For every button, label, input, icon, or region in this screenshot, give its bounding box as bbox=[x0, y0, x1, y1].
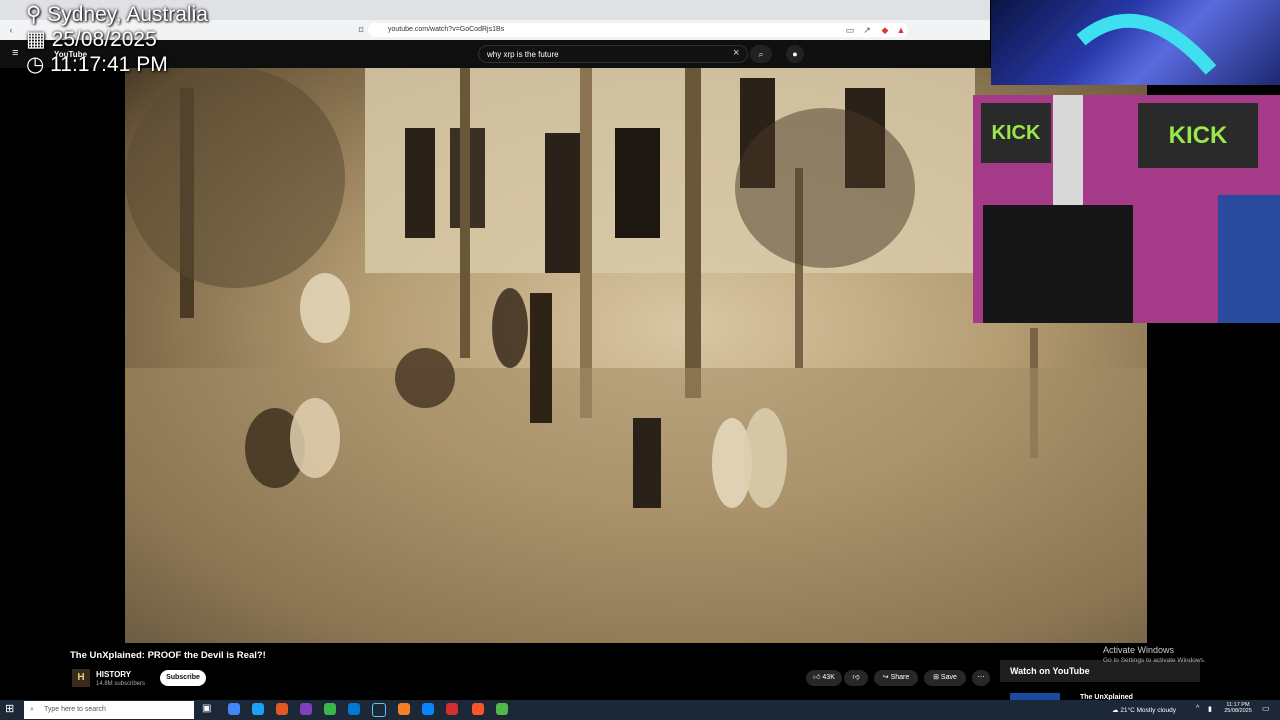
time-text: 11:17:41 PM bbox=[50, 53, 168, 76]
channel-avatar[interactable]: H bbox=[72, 669, 90, 687]
stream-banner bbox=[991, 0, 1280, 85]
task-view-icon[interactable]: ▣ bbox=[202, 703, 211, 714]
kick-banner-right: KICK bbox=[1138, 103, 1258, 168]
thumbs-down-icon: 👎︎ bbox=[852, 674, 860, 681]
date-text: 25/08/2025 bbox=[51, 28, 157, 51]
back-arrow-icon[interactable]: ‹ bbox=[6, 25, 16, 35]
taskbar-search[interactable]: ⌕ Type here to search bbox=[24, 701, 194, 719]
calendar-icon: ▦ bbox=[26, 28, 46, 51]
cloud-icon: ☁ bbox=[1112, 707, 1119, 714]
save-icon: ⊞ bbox=[933, 674, 939, 681]
banner-swoosh bbox=[1076, 13, 1217, 75]
pin-icon: ⚲ bbox=[26, 3, 42, 26]
time-overlay: ◷ 11:17:41 PM bbox=[26, 52, 168, 77]
edge-icon[interactable] bbox=[422, 703, 434, 715]
thumbs-up-icon: 👍︎ bbox=[813, 674, 821, 681]
clock-icon: ◷ bbox=[26, 53, 45, 76]
channel-name[interactable]: HISTORY bbox=[96, 670, 131, 679]
install-icon[interactable]: ▭ bbox=[845, 25, 855, 35]
webcam-feed: KICK KICK bbox=[973, 95, 1280, 323]
taskbar-search-text: Type here to search bbox=[44, 706, 106, 713]
notification-icon[interactable]: ▭ bbox=[1262, 704, 1270, 713]
weather-text: 21°C Mostly cloudy bbox=[1120, 707, 1177, 714]
chrome-icon[interactable] bbox=[228, 703, 240, 715]
app-icon-8[interactable] bbox=[398, 703, 410, 715]
bookmark-icon[interactable]: ⌑ bbox=[356, 25, 366, 35]
subscriber-count: 14.8M subscribers bbox=[96, 681, 146, 687]
app-icon-4[interactable] bbox=[300, 703, 312, 715]
mic-icon[interactable]: ● bbox=[786, 45, 804, 63]
location-overlay: ⚲ Sydney, Australia bbox=[26, 2, 208, 27]
brave-shield-icon[interactable]: ◆ bbox=[880, 25, 890, 35]
rewards-icon[interactable]: ▲ bbox=[896, 25, 906, 35]
tray-chevron-icon[interactable]: ^ bbox=[1196, 705, 1199, 712]
more-actions-button[interactable]: ⋯ bbox=[972, 670, 990, 686]
activate-windows-subtitle: Go to Settings to activate Windows. bbox=[1103, 657, 1206, 664]
mic-tray-icon[interactable]: ▮ bbox=[1208, 705, 1212, 713]
bed bbox=[1218, 195, 1280, 323]
share-label: Share bbox=[890, 674, 910, 681]
share-page-icon[interactable]: ↗ bbox=[862, 25, 872, 35]
weather-widget[interactable]: ☁ 21°C Mostly cloudy bbox=[1112, 706, 1176, 714]
windows-start-icon[interactable]: ⊞ bbox=[5, 703, 14, 715]
subscribe-button[interactable]: Subscribe bbox=[160, 670, 206, 686]
share-button[interactable]: ↪ Share bbox=[874, 670, 918, 686]
dislike-button[interactable]: 👎︎ bbox=[844, 670, 868, 686]
app-icon-10[interactable] bbox=[446, 703, 458, 715]
search-input[interactable]: why xrp is the future bbox=[478, 45, 748, 63]
next-video-thumbnail[interactable] bbox=[1010, 693, 1060, 700]
firefox-icon[interactable] bbox=[276, 703, 288, 715]
like-button[interactable]: 👍︎ 43K bbox=[806, 670, 842, 686]
clear-search-icon[interactable]: × bbox=[733, 47, 739, 59]
video-title: The UnXplained: PROOF the Devil is Real?… bbox=[70, 650, 266, 661]
activate-windows-title: Activate Windows bbox=[1103, 645, 1175, 655]
like-count: 43K bbox=[822, 674, 835, 681]
kick-banner-left: KICK bbox=[981, 103, 1051, 163]
app-icon-5[interactable] bbox=[324, 703, 336, 715]
share-icon: ↪ bbox=[882, 674, 889, 681]
address-bar[interactable]: youtube.com/watch?v=GoCodRjs1Bs bbox=[368, 23, 908, 37]
save-label: Save bbox=[940, 674, 957, 681]
date-overlay: ▦ 25/08/2025 bbox=[26, 27, 157, 52]
search-icon: ⌕ bbox=[30, 706, 34, 713]
clock-date: 25/08/2025 bbox=[1224, 708, 1252, 714]
chair bbox=[983, 205, 1133, 323]
menu-icon[interactable]: ≡ bbox=[12, 47, 18, 59]
app-icon-12[interactable] bbox=[496, 703, 508, 715]
save-button[interactable]: ⊞ Save bbox=[924, 670, 966, 686]
more-icon: ⋯ bbox=[977, 674, 985, 681]
app-icon-6[interactable] bbox=[348, 703, 360, 715]
app-icon-2[interactable] bbox=[252, 703, 264, 715]
search-button[interactable]: ⌕ bbox=[750, 45, 772, 63]
location-text: Sydney, Australia bbox=[47, 3, 208, 26]
system-clock[interactable]: 11:17 PM 25/08/2025 bbox=[1221, 702, 1255, 714]
brave-icon[interactable] bbox=[472, 703, 484, 715]
steam-icon[interactable] bbox=[372, 703, 386, 717]
